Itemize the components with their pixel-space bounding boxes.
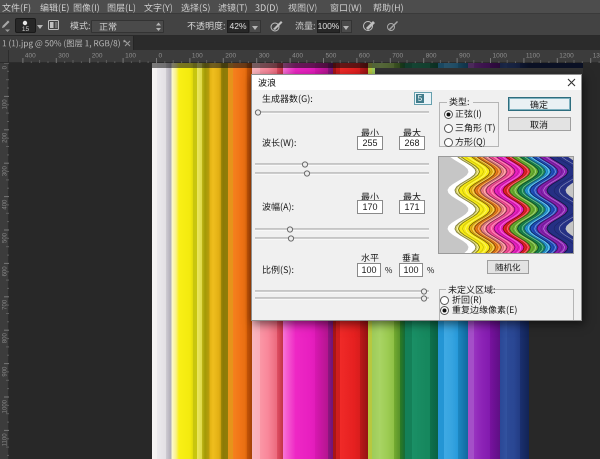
svg-text:500: 500 xyxy=(3,232,9,243)
svg-text:200: 200 xyxy=(225,53,236,60)
svg-text:800: 800 xyxy=(426,53,437,60)
svg-text:800: 800 xyxy=(3,333,9,344)
svg-text:15: 15 xyxy=(22,26,30,33)
svg-text:0: 0 xyxy=(3,65,9,69)
svg-text:700: 700 xyxy=(3,299,9,310)
svg-text:400: 400 xyxy=(25,53,36,60)
svg-text:400: 400 xyxy=(292,53,303,60)
svg-text:200: 200 xyxy=(92,53,103,60)
svg-text:1100: 1100 xyxy=(3,433,9,447)
svg-text:900: 900 xyxy=(3,366,9,377)
svg-text:300: 300 xyxy=(3,166,9,177)
svg-text:100: 100 xyxy=(3,99,9,110)
svg-text:700: 700 xyxy=(392,53,403,60)
svg-text:100: 100 xyxy=(125,53,136,60)
svg-text:400: 400 xyxy=(3,199,9,210)
svg-text:300: 300 xyxy=(58,53,69,60)
svg-text:100: 100 xyxy=(192,53,203,60)
svg-text:0: 0 xyxy=(159,53,163,60)
svg-text:600: 600 xyxy=(3,266,9,277)
svg-text:1100: 1100 xyxy=(526,53,540,60)
svg-text:600: 600 xyxy=(359,53,370,60)
svg-text:200: 200 xyxy=(3,132,9,143)
svg-text:900: 900 xyxy=(459,53,470,60)
svg-text:300: 300 xyxy=(259,53,270,60)
svg-text:1300: 1300 xyxy=(593,53,600,60)
svg-text:500: 500 xyxy=(326,53,337,60)
svg-text:1200: 1200 xyxy=(559,53,574,60)
svg-text:1000: 1000 xyxy=(3,399,9,413)
svg-text:1000: 1000 xyxy=(493,53,508,60)
